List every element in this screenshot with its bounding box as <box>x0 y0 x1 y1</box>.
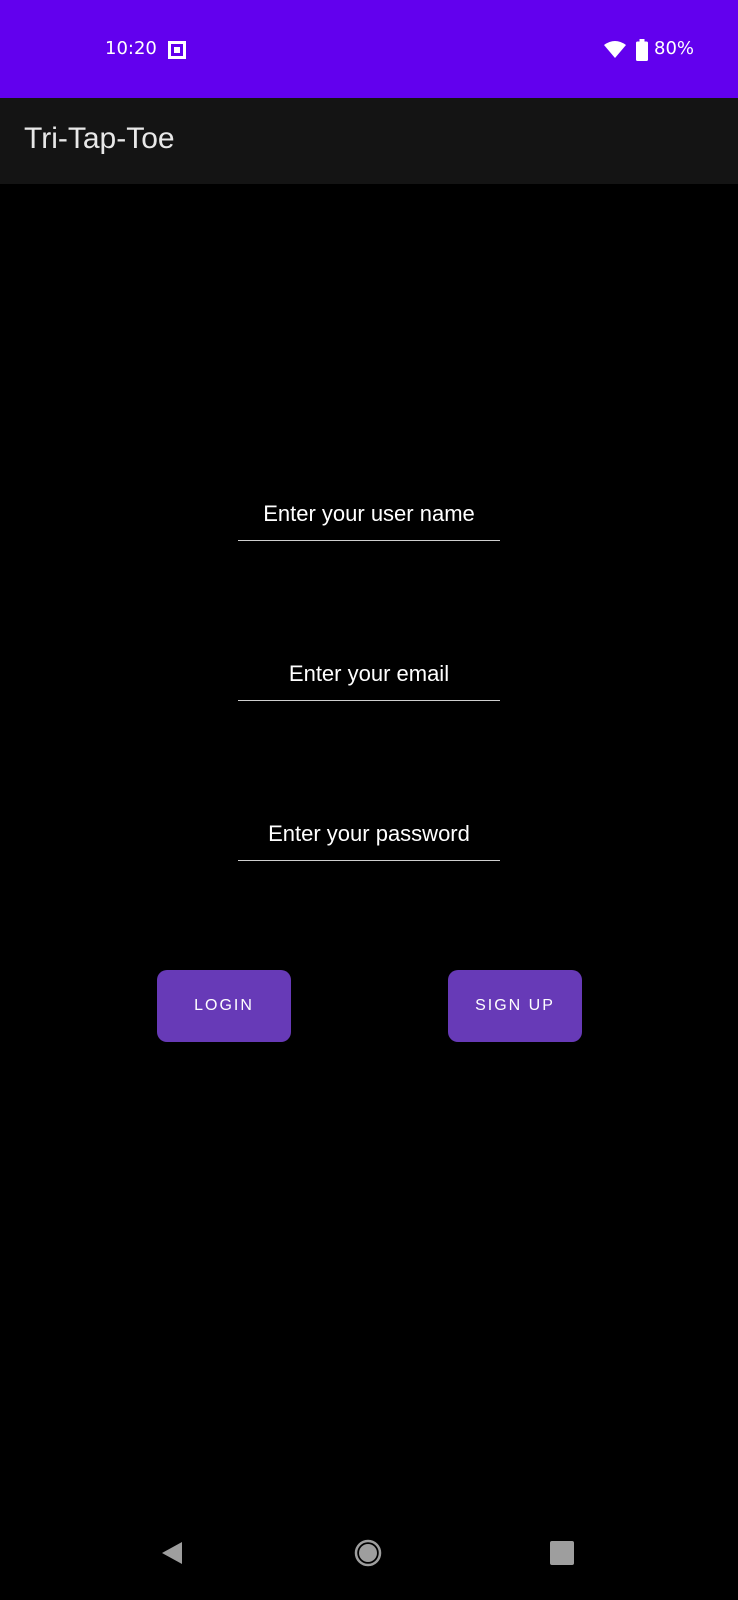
signup-button[interactable]: SIGN UP <box>448 970 582 1042</box>
username-input[interactable] <box>238 490 500 538</box>
email-field <box>238 650 500 701</box>
recents-icon[interactable] <box>550 1541 574 1565</box>
battery-percentage: 80% <box>654 38 695 59</box>
battery-icon <box>636 39 648 61</box>
email-input[interactable] <box>238 650 500 698</box>
password-input[interactable] <box>238 810 500 858</box>
back-icon[interactable] <box>160 1540 186 1566</box>
navigation-bar <box>0 1520 738 1600</box>
app-title: Tri-Tap-Toe <box>24 122 175 155</box>
login-button[interactable]: LOGIN <box>157 970 291 1042</box>
app-bar: Tri-Tap-Toe <box>0 98 738 184</box>
status-bar: 10:20 80% <box>0 0 738 98</box>
login-screen: 10:20 80% Tri-Tap-Toe LOGIN SIGN UP <box>0 0 738 1600</box>
home-icon[interactable] <box>354 1539 382 1567</box>
username-field <box>238 490 500 541</box>
status-time: 10:20 <box>105 38 157 59</box>
screen-record-icon <box>168 41 186 59</box>
wifi-icon <box>604 41 626 58</box>
password-field <box>238 810 500 861</box>
